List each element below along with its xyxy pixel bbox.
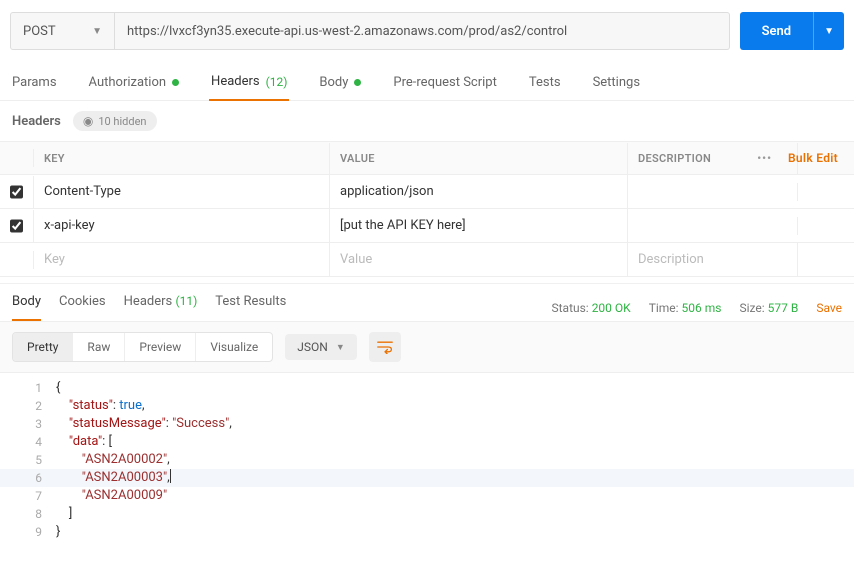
bulk-edit-link[interactable]: Bulk Edit (782, 151, 844, 165)
header-description-placeholder[interactable]: Description (628, 243, 798, 276)
request-tabs: Params Authorization Headers (12) Body P… (0, 60, 854, 101)
header-description-cell[interactable] (628, 217, 798, 235)
header-row-checkbox[interactable] (10, 219, 23, 233)
code-content: "ASN2A00009" (56, 487, 167, 505)
tab-params[interactable]: Params (10, 68, 59, 100)
header-key-cell[interactable]: Content-Type (34, 175, 330, 208)
tab-response-body[interactable]: Body (12, 294, 41, 321)
code-content: "ASN2A00002", (56, 451, 170, 469)
header-key-cell[interactable]: x-api-key (34, 209, 330, 242)
view-preview[interactable]: Preview (125, 333, 196, 361)
code-content: "status": true, (56, 397, 145, 415)
kv-table-header: KEY VALUE DESCRIPTION ••• Bulk Edit (0, 141, 854, 174)
line-number: 1 (0, 379, 56, 397)
send-button-label: Send (740, 24, 814, 39)
tab-authorization[interactable]: Authorization (87, 68, 182, 100)
header-row: x-api-key [put the API KEY here] (0, 208, 854, 242)
body-indicator-icon (354, 79, 361, 86)
header-description-cell[interactable] (628, 183, 798, 201)
http-method-select[interactable]: POST ▼ (10, 12, 115, 50)
tab-body[interactable]: Body (317, 68, 363, 100)
code-content: } (56, 523, 60, 541)
headers-subbar: Headers ◉ 10 hidden (0, 101, 854, 141)
headers-title: Headers (12, 114, 61, 129)
tab-settings[interactable]: Settings (591, 68, 642, 100)
code-line: 9} (0, 523, 854, 541)
response-tabs: Body Cookies Headers (11) Test Results (12, 294, 286, 321)
line-number: 6 (0, 469, 56, 487)
line-number: 2 (0, 397, 56, 415)
header-row-checkbox[interactable] (10, 185, 23, 199)
column-key: KEY (34, 143, 330, 174)
send-button[interactable]: Send ▼ (740, 12, 844, 50)
eye-icon: ◉ (83, 114, 93, 128)
line-number: 4 (0, 433, 56, 451)
response-view-row: Pretty Raw Preview Visualize JSON ▼ (0, 321, 854, 373)
column-value: VALUE (330, 143, 628, 174)
header-row: Content-Type application/json (0, 174, 854, 208)
response-body-code[interactable]: 1{2 "status": true,3 "statusMessage": "S… (0, 373, 854, 547)
view-segment: Pretty Raw Preview Visualize (12, 332, 273, 362)
http-method-label: POST (23, 24, 56, 39)
code-content: { (56, 379, 60, 397)
header-value-cell[interactable]: [put the API KEY here] (330, 209, 628, 242)
time-value: 506 ms (682, 301, 722, 315)
line-number: 3 (0, 415, 56, 433)
status-value: 200 OK (592, 301, 631, 315)
response-bar: Body Cookies Headers (11) Test Results S… (0, 283, 854, 321)
save-response-link[interactable]: Save (816, 301, 842, 315)
hidden-headers-toggle[interactable]: ◉ 10 hidden (73, 111, 157, 131)
tab-response-test-results[interactable]: Test Results (215, 294, 286, 321)
tab-headers[interactable]: Headers (12) (209, 68, 289, 101)
line-number: 9 (0, 523, 56, 541)
view-visualize[interactable]: Visualize (196, 333, 272, 361)
code-line: 5 "ASN2A00002", (0, 451, 854, 469)
header-value-cell[interactable]: application/json (330, 175, 628, 208)
tab-response-headers[interactable]: Headers (11) (124, 294, 198, 321)
caret-down-icon: ▼ (92, 26, 102, 37)
code-content: ] (56, 505, 72, 523)
tab-tests[interactable]: Tests (527, 68, 563, 100)
code-line: 3 "statusMessage": "Success", (0, 415, 854, 433)
code-line: 4 "data": [ (0, 433, 854, 451)
tab-pre-request-script[interactable]: Pre-request Script (391, 68, 498, 100)
wrap-lines-button[interactable] (369, 332, 401, 362)
line-number: 7 (0, 487, 56, 505)
code-line: 8 ] (0, 505, 854, 523)
column-description: DESCRIPTION (628, 143, 798, 174)
code-line: 6 "ASN2A00003", (0, 469, 854, 487)
tab-response-cookies[interactable]: Cookies (59, 294, 106, 321)
wrap-lines-icon (377, 340, 393, 354)
header-value-placeholder[interactable]: Value (330, 243, 628, 276)
code-content: "statusMessage": "Success", (56, 415, 232, 433)
authorization-indicator-icon (172, 79, 179, 86)
send-caret-icon[interactable]: ▼ (813, 12, 844, 50)
line-number: 5 (0, 451, 56, 469)
code-line: 1{ (0, 379, 854, 397)
header-key-placeholder[interactable]: Key (34, 243, 330, 276)
format-select[interactable]: JSON ▼ (285, 334, 356, 360)
line-number: 8 (0, 505, 56, 523)
header-row-empty: Key Value Description (0, 242, 854, 277)
view-pretty[interactable]: Pretty (13, 333, 73, 361)
code-line: 7 "ASN2A00009" (0, 487, 854, 505)
request-url-input[interactable] (115, 12, 730, 50)
code-line: 2 "status": true, (0, 397, 854, 415)
column-options-icon[interactable]: ••• (757, 152, 772, 165)
view-raw[interactable]: Raw (73, 333, 125, 361)
size-value: 577 B (768, 301, 799, 315)
code-content: "ASN2A00003", (56, 469, 171, 487)
code-content: "data": [ (56, 433, 112, 451)
response-meta: Status: 200 OK Time: 506 ms Size: 577 B … (551, 301, 842, 315)
caret-down-icon: ▼ (336, 342, 345, 353)
